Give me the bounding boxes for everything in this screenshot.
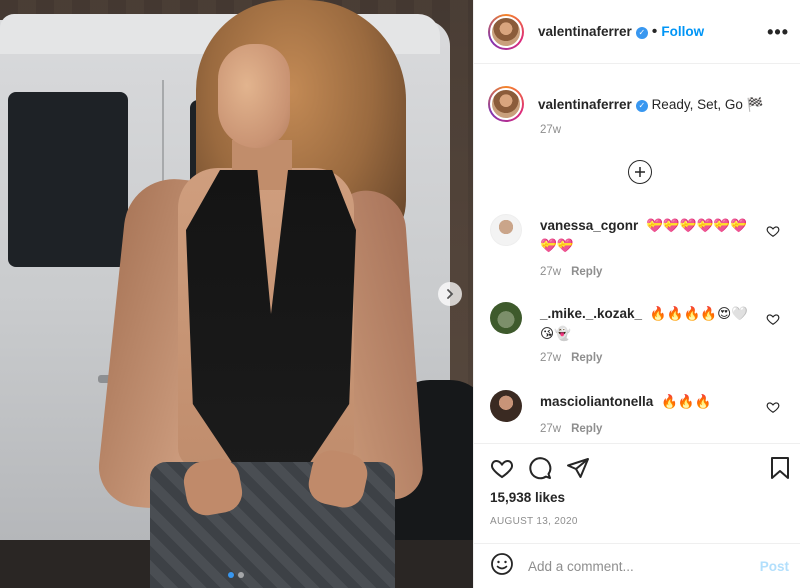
verified-badge-icon: ✓ [635, 27, 648, 39]
more-options-icon[interactable]: ••• [767, 22, 789, 43]
save-button[interactable] [769, 456, 791, 480]
follow-button[interactable]: Follow [661, 24, 704, 39]
plus-icon [635, 167, 645, 177]
caption-text: valentinaferrer ✓ Ready, Set, Go 🏁 [538, 96, 763, 114]
comment-body: vanessa_cgonr 💝💝💝💝💝💝💝💝 [540, 216, 755, 256]
comment-body: mascioliantonella 🔥🔥🔥 [540, 392, 755, 412]
caption-body: Ready, Set, Go [651, 97, 747, 112]
carousel-dot [238, 572, 244, 578]
header-username-text[interactable]: valentinaferrer [538, 24, 632, 39]
post-comment-button[interactable]: Post [760, 559, 789, 574]
caption-emoji: 🏁 [746, 97, 764, 112]
carousel-next-button[interactable] [438, 282, 462, 306]
caption-timestamp[interactable]: 27w [540, 124, 561, 136]
comment-avatar[interactable] [490, 302, 522, 334]
reply-button[interactable]: Reply [571, 266, 602, 278]
comment-meta: 27w Reply [540, 266, 602, 278]
comment-text: 🔥🔥🔥 [661, 394, 712, 409]
comment-timestamp[interactable]: 27w [540, 423, 561, 435]
heart-icon[interactable] [766, 224, 780, 238]
post-caption: valentinaferrer ✓ Ready, Set, Go 🏁 [488, 86, 788, 122]
verified-badge-icon: ✓ [635, 100, 648, 112]
heart-icon [491, 459, 513, 479]
post-header: valentinaferrer ✓ • Follow ••• [474, 0, 800, 64]
avatar[interactable] [488, 13, 524, 50]
comment-meta: 27w Reply [540, 352, 602, 364]
comment-username[interactable]: mascioliantonella [540, 394, 653, 409]
reply-button[interactable]: Reply [571, 423, 602, 435]
comment-avatar[interactable] [490, 390, 522, 422]
like-button[interactable] [490, 456, 514, 480]
comment-body: _.mike._.kozak_ 🔥🔥🔥🔥😍🤍😘👻 [540, 304, 755, 344]
emoji-picker-button[interactable] [490, 552, 514, 581]
load-more-comments-button[interactable] [628, 160, 652, 184]
post-actions: 15,938 likes AUGUST 13, 2020 [474, 443, 800, 543]
header-username[interactable]: valentinaferrer ✓ [538, 24, 648, 39]
comment-timestamp[interactable]: 27w [540, 352, 561, 364]
post-photo[interactable] [0, 0, 473, 588]
comment-meta: 27w Reply [540, 423, 602, 435]
comment-timestamp[interactable]: 27w [540, 266, 561, 278]
person-figure [0, 0, 473, 588]
smiley-icon [491, 552, 513, 575]
caption-avatar[interactable] [488, 86, 524, 122]
share-button[interactable] [566, 456, 590, 480]
carousel-dot-active [228, 572, 234, 578]
comment-button[interactable] [528, 456, 552, 480]
comment-input[interactable] [528, 558, 738, 574]
paper-plane-icon [567, 458, 589, 478]
caption-username[interactable]: valentinaferrer [538, 97, 632, 112]
comment-composer: Post [474, 543, 800, 588]
post-side-panel: valentinaferrer ✓ • Follow ••• valentinaf… [473, 0, 800, 588]
comment-avatar[interactable] [490, 214, 522, 246]
heart-icon[interactable] [766, 312, 780, 326]
comment-username[interactable]: _.mike._.kozak_ [540, 306, 642, 321]
comment-username[interactable]: vanessa_cgonr [540, 218, 638, 233]
chevron-right-icon [447, 289, 454, 299]
carousel-indicator [228, 572, 244, 578]
likes-count[interactable]: 15,938 likes [490, 490, 565, 505]
reply-button[interactable]: Reply [571, 352, 602, 364]
comment-bubble-icon [529, 457, 552, 480]
post-date[interactable]: AUGUST 13, 2020 [490, 516, 578, 527]
header-separator: • [651, 22, 658, 40]
heart-icon[interactable] [766, 400, 780, 414]
bookmark-icon [771, 457, 789, 479]
